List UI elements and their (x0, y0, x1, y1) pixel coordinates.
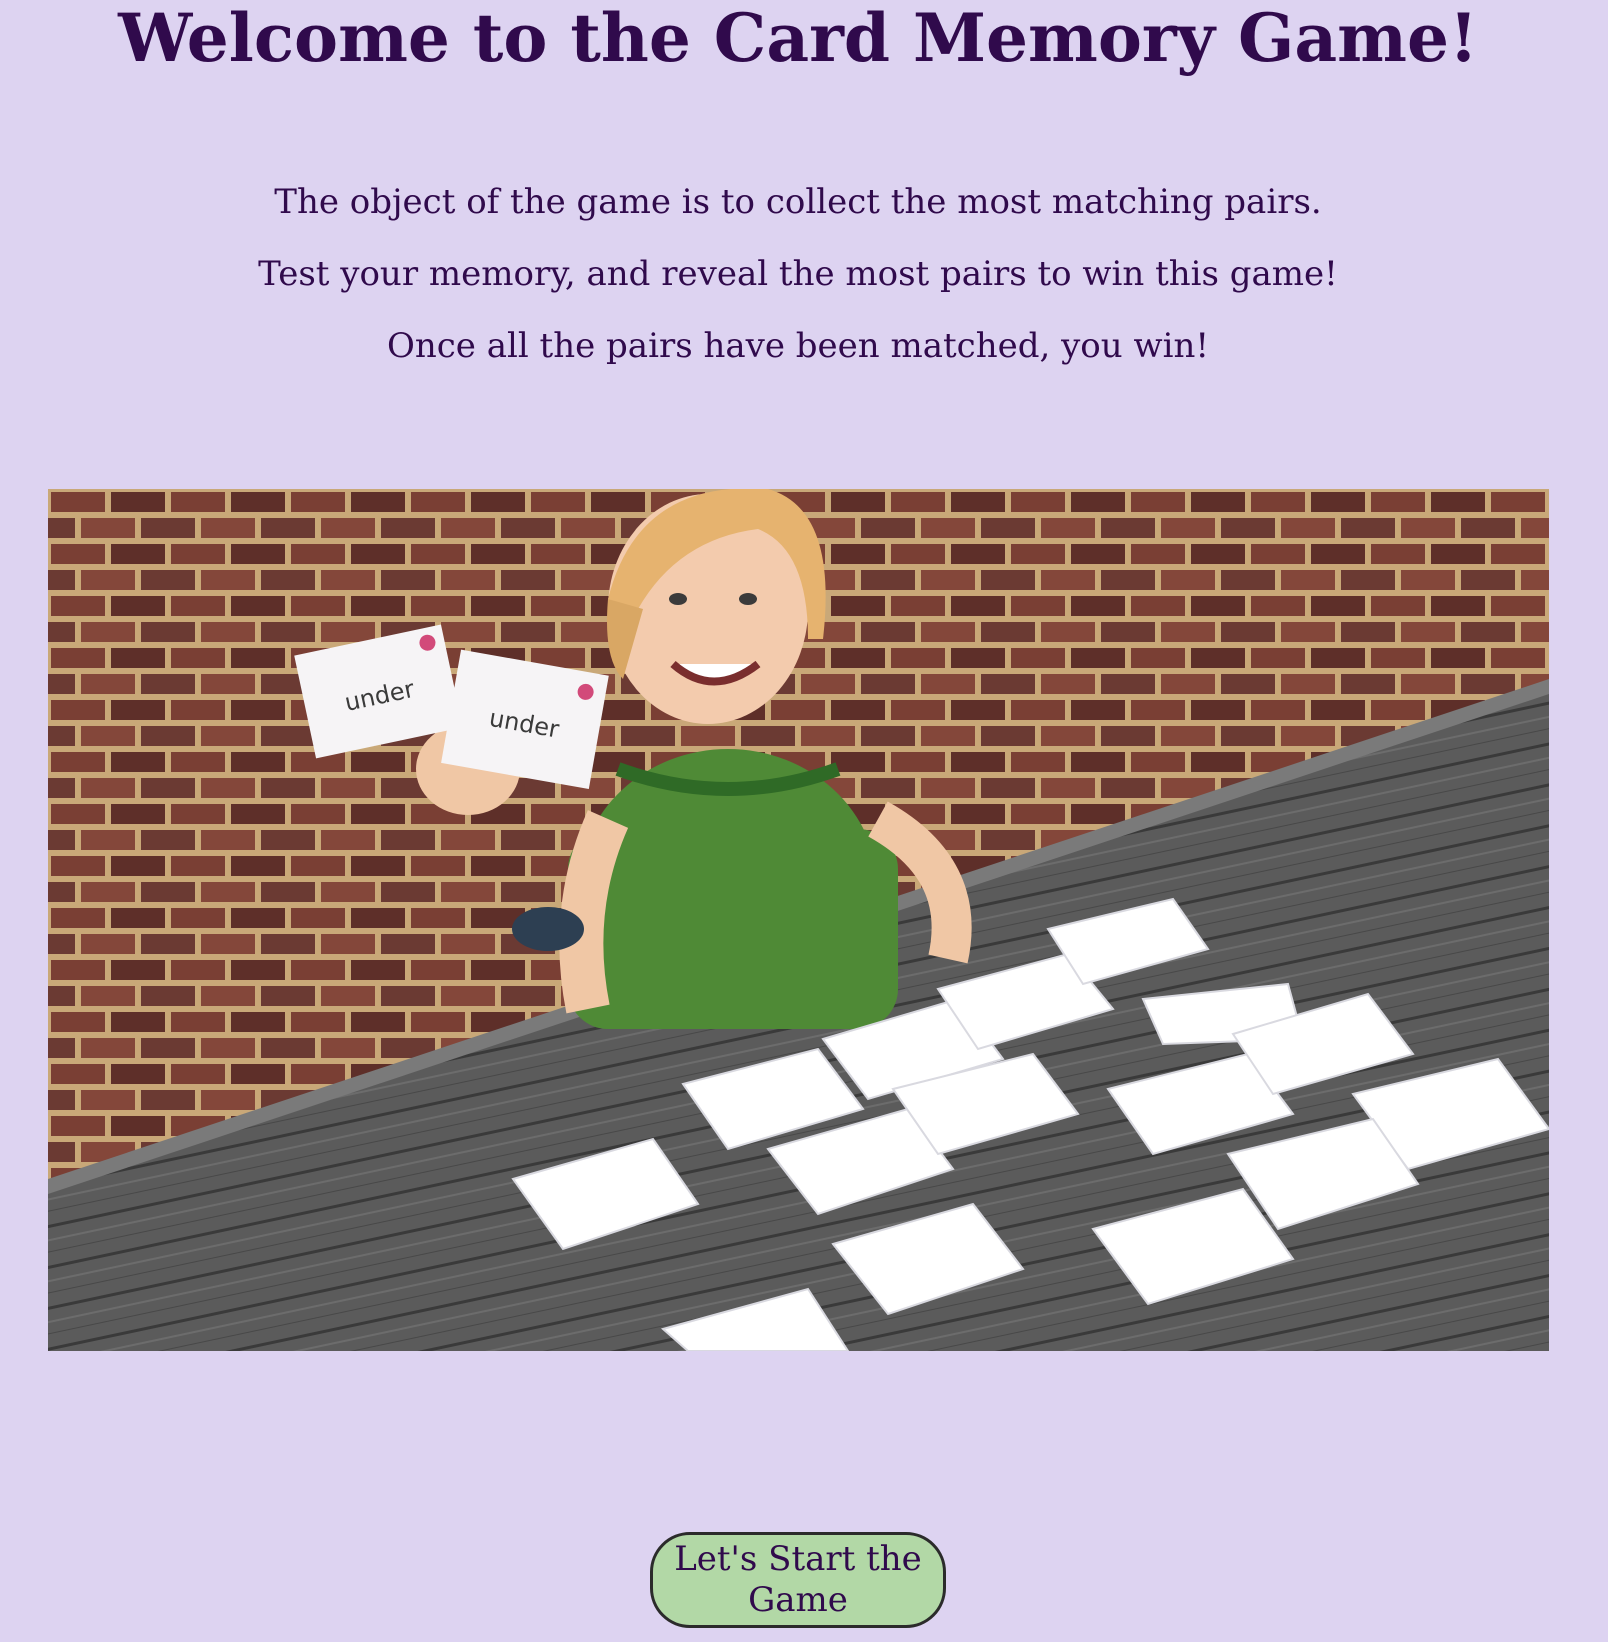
intro-line-objective: The object of the game is to collect the… (274, 182, 1322, 222)
hero-illustration: under under (48, 489, 1549, 1351)
intro-line-win: Once all the pairs have been matched, yo… (386, 326, 1210, 366)
page-title: Welcome to the Card Memory Game! (118, 0, 1478, 77)
intro-line-memory: Test your memory, and reveal the most pa… (258, 254, 1338, 294)
start-game-button[interactable]: Let's Start the Game (650, 1532, 946, 1628)
intro-text: The object of the game is to collect the… (0, 184, 1596, 400)
hero-image: under under (48, 489, 1549, 1351)
